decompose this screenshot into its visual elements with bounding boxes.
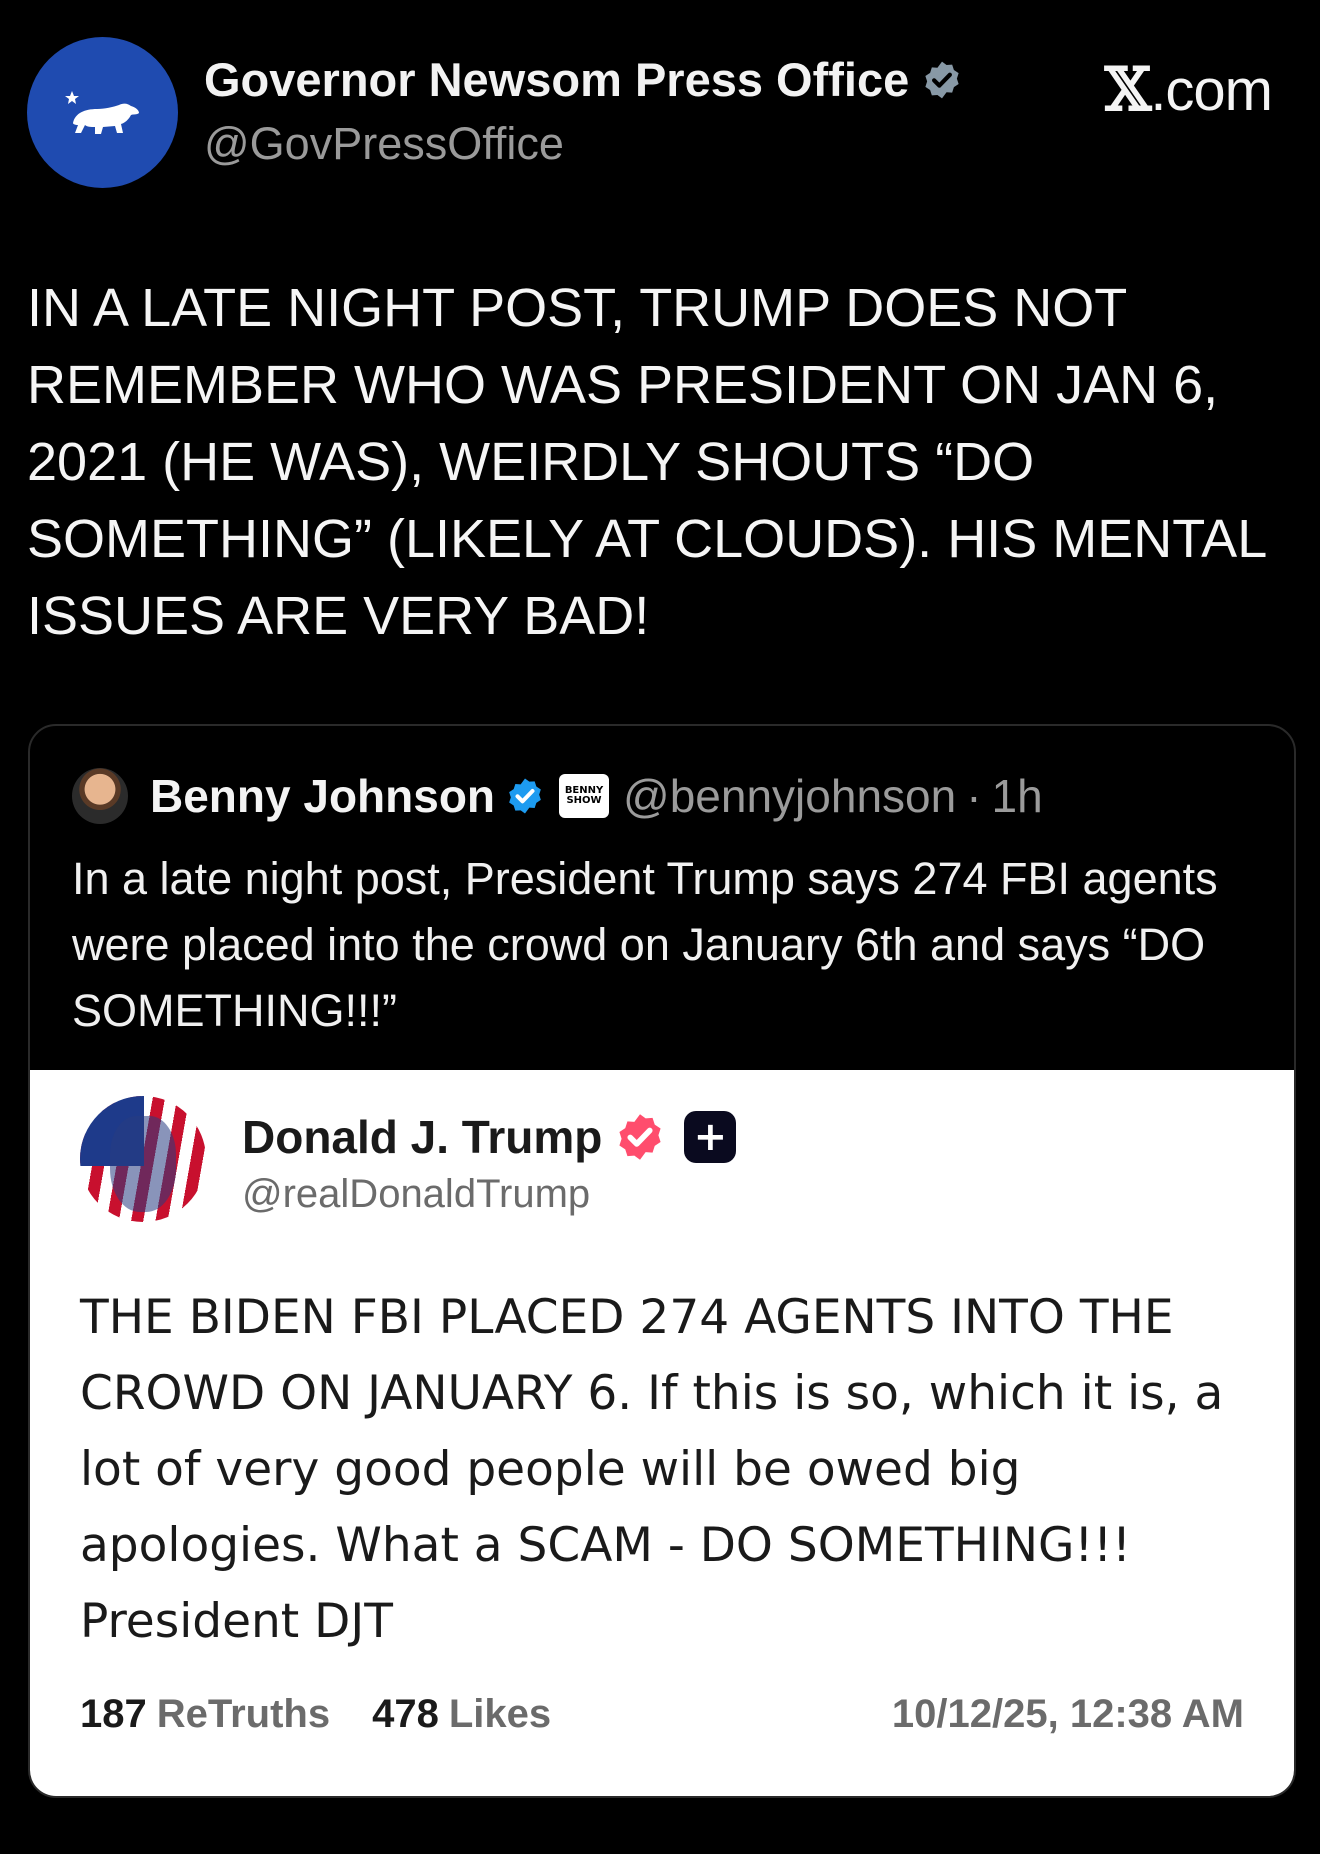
post-age[interactable]: 1h xyxy=(992,769,1043,823)
post-header: Governor Newsom Press Office @GovPressOf… xyxy=(0,0,1320,220)
truth-post-text: THE BIDEN FBI PLACED 274 AGENTS INTO THE… xyxy=(80,1290,1224,1649)
verified-badge-icon xyxy=(925,61,959,98)
truth-post-stats: 187 ReTruths 478 Likes 10/12/25, 12:38 A… xyxy=(80,1692,1244,1737)
author-handle[interactable]: @GovPressOffice xyxy=(204,118,564,170)
verified-badge-icon xyxy=(509,778,541,814)
truth-name-row: Donald J. Trump + xyxy=(242,1110,737,1164)
retruths-stat: 187 ReTruths xyxy=(80,1692,330,1737)
avatar[interactable] xyxy=(27,37,178,188)
quoted-post-card[interactable]: Benny Johnson BENNY SHOW @bennyjohnson ·… xyxy=(28,724,1296,1798)
quoted-author-name[interactable]: Benny Johnson xyxy=(150,769,495,823)
truth-timestamp: 10/12/25, 12:38 AM xyxy=(891,1692,1244,1736)
embedded-truth-post: Donald J. Trump + @realDonaldTrump THE B… xyxy=(30,1070,1294,1796)
x-logo: 𝕏.com xyxy=(1104,55,1273,125)
x-icon: 𝕏 xyxy=(1104,55,1152,125)
likes-stat: 478 Likes xyxy=(372,1692,551,1737)
california-bear-icon xyxy=(64,90,139,134)
badge-line-2: SHOW xyxy=(566,795,602,806)
site-label: .com xyxy=(1150,58,1273,123)
retruths-label: ReTruths xyxy=(156,1692,331,1736)
retruths-count: 187 xyxy=(80,1692,147,1736)
post-text: IN A LATE NIGHT POST, TRUMP DOES NOT REM… xyxy=(27,278,1281,646)
verified-badge-icon xyxy=(619,1114,661,1160)
avatar[interactable] xyxy=(72,768,128,824)
author-name[interactable]: Governor Newsom Press Office xyxy=(204,52,909,107)
truth-author-handle: @realDonaldTrump xyxy=(242,1172,591,1216)
quoted-post-header: Benny Johnson BENNY SHOW @bennyjohnson ·… xyxy=(72,768,1043,824)
benny-show-badge-icon: BENNY SHOW xyxy=(559,774,610,818)
avatar xyxy=(80,1096,206,1222)
likes-count: 478 xyxy=(372,1692,439,1736)
truth-plus-icon: + xyxy=(684,1111,737,1163)
quoted-post-text: In a late night post, President Trump sa… xyxy=(72,853,1218,1036)
truth-author-name: Donald J. Trump xyxy=(242,1111,603,1163)
author-name-row: Governor Newsom Press Office xyxy=(204,52,963,107)
likes-label: Likes xyxy=(448,1692,552,1736)
separator-dot: · xyxy=(966,770,982,822)
quoted-author-handle[interactable]: @bennyjohnson xyxy=(623,769,956,823)
